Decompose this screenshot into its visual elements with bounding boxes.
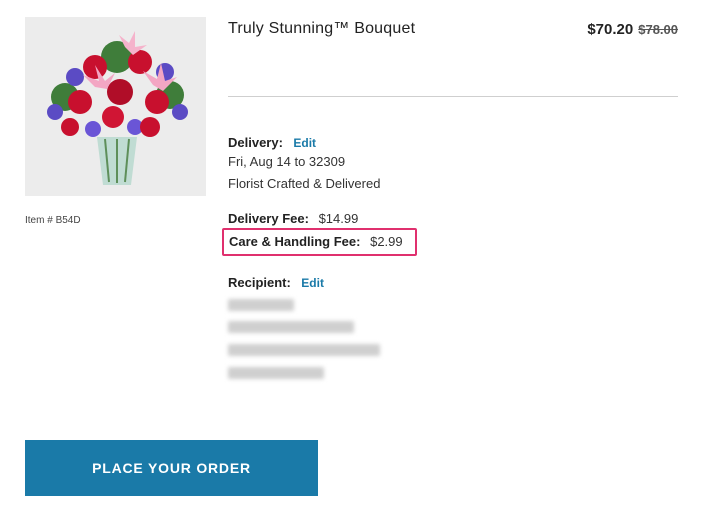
divider <box>228 96 678 97</box>
delivery-method: Florist Crafted & Delivered <box>228 176 381 191</box>
redacted-recipient-name <box>228 299 294 311</box>
care-handling-fee-value: $2.99 <box>370 234 403 249</box>
redacted-recipient-line-4 <box>228 367 324 379</box>
care-handling-fee-label: Care & Handling Fee: <box>229 234 361 249</box>
care-handling-fee-highlight: Care & Handling Fee: $2.99 <box>222 228 417 256</box>
delivery-fee-value: $14.99 <box>318 211 359 226</box>
recipient-heading: Recipient: Edit <box>228 274 324 292</box>
recipient-edit-link[interactable]: Edit <box>301 276 324 290</box>
delivery-label: Delivery: <box>228 135 283 150</box>
redacted-recipient-line-3 <box>228 344 380 356</box>
place-order-button[interactable]: PLACE YOUR ORDER <box>25 440 318 496</box>
sale-price: $70.20 <box>587 21 634 38</box>
delivery-date: Fri, Aug 14 to 32309 <box>228 154 346 169</box>
bouquet-illustration <box>25 17 206 196</box>
delivery-heading: Delivery: Edit <box>228 134 316 152</box>
price-block: $70.20 $78.00 <box>587 21 678 38</box>
item-number: Item # B54D <box>25 215 81 226</box>
redacted-recipient-line-2 <box>228 321 354 333</box>
recipient-label: Recipient: <box>228 275 291 290</box>
product-image <box>25 17 206 196</box>
delivery-fee-label: Delivery Fee: <box>228 211 309 226</box>
delivery-edit-link[interactable]: Edit <box>293 136 316 150</box>
product-title: Truly Stunning™ Bouquet <box>228 20 416 37</box>
original-price: $78.00 <box>638 22 678 37</box>
delivery-fee: Delivery Fee: $14.99 <box>228 211 358 226</box>
